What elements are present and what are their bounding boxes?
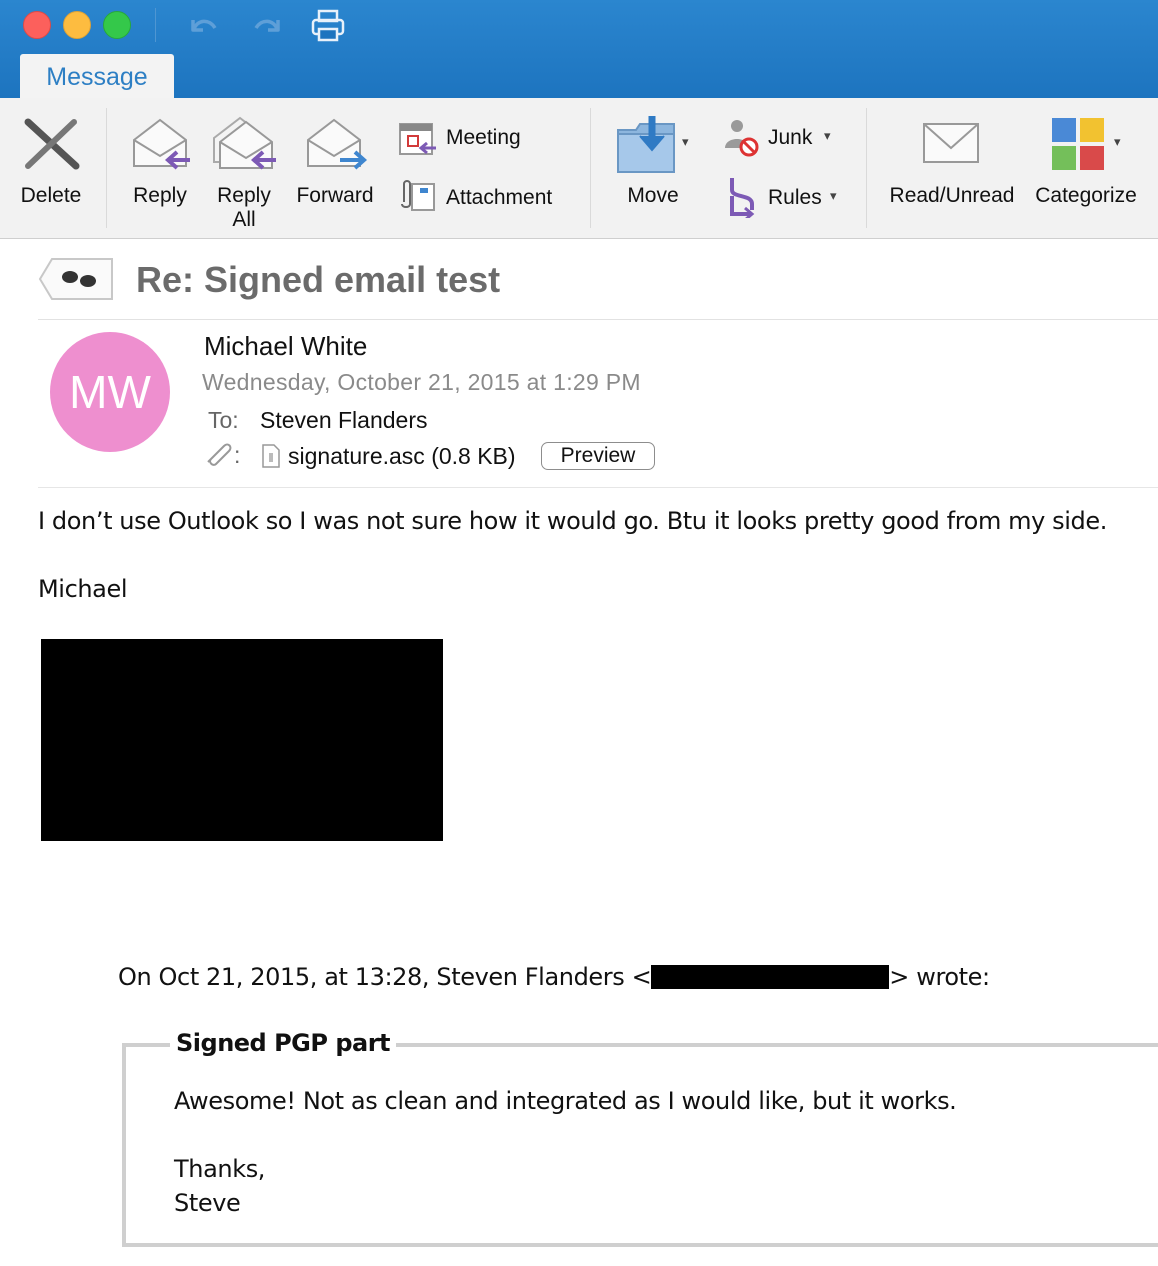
attachment-button[interactable]: Attachment — [398, 176, 568, 218]
recipient-name[interactable]: Steven Flanders — [260, 407, 427, 434]
reply-all-envelope-icon — [213, 116, 276, 170]
minimize-window-button[interactable] — [63, 11, 91, 39]
file-icon — [262, 444, 280, 468]
message-subject: Re: Signed email test — [136, 259, 501, 300]
read-unread-button[interactable]: Read/Unread — [880, 108, 1024, 218]
subject-row: Re: Signed email test — [38, 245, 1158, 320]
rules-icon — [730, 178, 755, 218]
redacted-signature-image — [41, 639, 443, 841]
reply-all-label-line2: All — [232, 208, 256, 231]
delete-button[interactable]: Delete — [10, 108, 92, 218]
move-button[interactable]: ▾ Move — [610, 108, 700, 218]
forward-label: Forward — [296, 184, 374, 207]
redacted-email — [651, 965, 890, 989]
message-date: Wednesday, October 21, 2015 at 1:29 PM — [202, 369, 641, 395]
read-unread-label: Read/Unread — [889, 184, 1015, 207]
tab-message[interactable]: Message — [20, 54, 174, 98]
zoom-window-button[interactable] — [103, 11, 131, 39]
reply-all-button[interactable]: Reply All — [206, 108, 282, 234]
pgp-signature: Steve — [174, 1189, 241, 1217]
pgp-thanks: Thanks, — [174, 1155, 266, 1183]
forward-envelope-icon — [307, 118, 368, 170]
preview-button[interactable]: Preview — [541, 442, 655, 470]
forward-button[interactable]: Forward — [290, 108, 380, 218]
print-icon[interactable] — [310, 8, 346, 44]
reply-button[interactable]: Reply — [122, 108, 198, 218]
move-folder-icon — [617, 116, 675, 173]
ribbon-divider — [106, 108, 107, 228]
categorize-label: Categorize — [1035, 184, 1137, 207]
delete-x-icon — [24, 118, 80, 170]
ribbon: Delete Reply Reply All Forward Meeting A… — [0, 98, 1158, 239]
undo-icon[interactable] — [185, 8, 221, 44]
delete-label: Delete — [20, 184, 82, 207]
attachment-colon: : — [234, 442, 241, 468]
close-window-button[interactable] — [23, 11, 51, 39]
junk-label: Junk — [768, 126, 813, 149]
meeting-label: Meeting — [446, 126, 521, 149]
attachment-label: Attachment — [446, 186, 553, 209]
title-bar: Message — [0, 0, 1158, 98]
signed-pgp-part: Signed PGP part Awesome! Not as clean an… — [122, 1029, 1158, 1247]
junk-icon — [725, 120, 759, 157]
ribbon-divider — [866, 108, 867, 228]
conversation-icon[interactable] — [38, 257, 116, 301]
header-divider — [38, 487, 1158, 488]
rules-label: Rules — [768, 186, 822, 209]
meeting-button[interactable]: Meeting — [398, 118, 548, 160]
ribbon-divider — [590, 108, 591, 228]
rules-dropdown-icon[interactable]: ▾ — [830, 188, 837, 204]
paperclip-icon — [401, 180, 435, 211]
redo-icon[interactable] — [250, 8, 286, 44]
quote-header-start: On Oct 21, 2015, at 13:28, Steven Flande… — [118, 963, 652, 991]
reply-all-label-line1: Reply — [217, 184, 271, 207]
calendar-icon — [399, 123, 436, 155]
junk-button[interactable]: Junk ▾ — [720, 118, 850, 160]
move-dropdown-icon[interactable]: ▾ — [682, 134, 689, 150]
body-signoff: Michael — [38, 575, 128, 603]
pgp-line: Awesome! Not as clean and integrated as … — [174, 1087, 957, 1115]
to-label: To: — [208, 407, 239, 433]
reply-envelope-icon — [133, 118, 190, 170]
rules-button[interactable]: Rules ▾ — [720, 176, 850, 220]
attachment-paperclip-icon — [207, 443, 232, 466]
pgp-part-title: Signed PGP part — [170, 1029, 397, 1057]
quote-header: On Oct 21, 2015, at 13:28, Steven Flande… — [118, 963, 990, 991]
envelope-icon — [923, 123, 979, 163]
categorize-button[interactable]: ▾ Categorize — [1026, 108, 1146, 218]
body-line: I don’t use Outlook so I was not sure ho… — [38, 507, 1107, 535]
reply-label: Reply — [133, 184, 187, 207]
junk-dropdown-icon[interactable]: ▾ — [824, 128, 831, 144]
move-label: Move — [627, 184, 679, 207]
quote-header-end: > wrote: — [889, 963, 990, 991]
sender-avatar: MW — [50, 332, 170, 452]
categorize-dropdown-icon[interactable]: ▾ — [1114, 134, 1121, 150]
titlebar-divider — [155, 8, 156, 42]
sender-name[interactable]: Michael White — [204, 331, 367, 362]
categorize-icon — [1052, 118, 1104, 170]
attachment-name[interactable]: signature.asc (0.8 KB) — [288, 443, 516, 470]
